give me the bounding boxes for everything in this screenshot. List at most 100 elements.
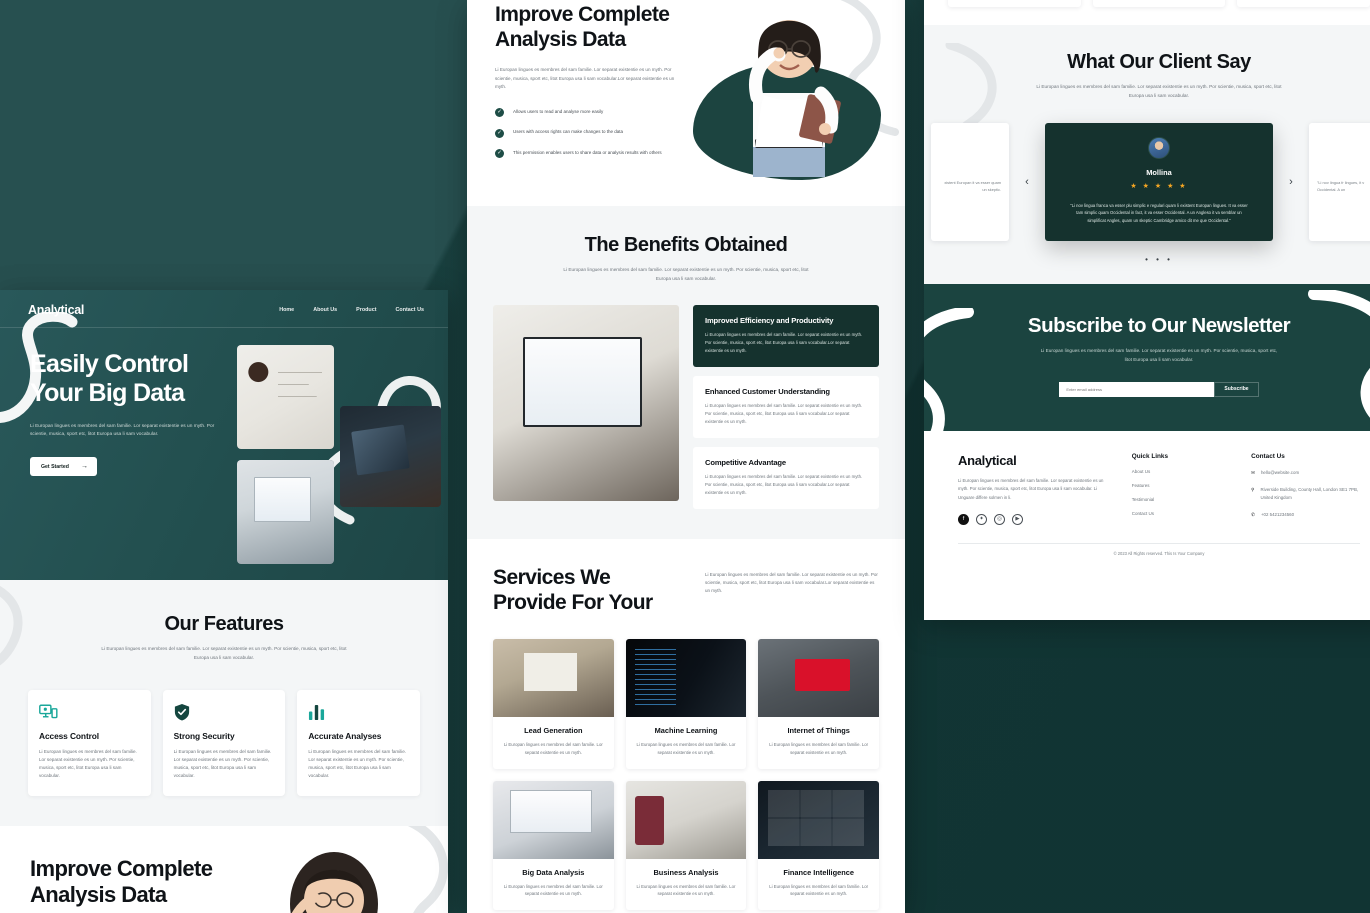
social-links[interactable]: f ✦ ◎ ▶ [958,513,1106,525]
panel-middle-landing-body: Improve Complete Analysis Data Li Europa… [467,0,905,913]
service-image [493,780,614,859]
testimonial-card-next[interactable]: "Li nov lingua fr lingues, it v Occident… [1309,122,1370,241]
footer-contact-email[interactable]: ✉ hello@website.com [1251,469,1360,477]
service-title: Lead Generation [524,726,583,736]
service-card-partial[interactable]: Li Europan lingues es membres del sam fa… [948,0,1081,8]
hero-title-line-1: Easily Control [30,350,189,378]
feature-desc: Li Europan lingues es membres del sam fa… [308,749,407,779]
feature-card-access-control[interactable]: Access Control Li Europan lingues es mem… [28,690,151,796]
get-started-button[interactable]: Get Started → [30,457,97,477]
footer-link-testimonial[interactable]: Testimonial [1132,497,1225,502]
panel-left-landing-top: Analytical Home About Us Product Contact… [0,290,448,913]
benefits-section: The Benefits Obtained Li Europan lingues… [467,206,905,539]
service-title: Big Data Analysis [522,867,585,877]
photo-placeholder [340,406,441,507]
footer-contact-address-text: Riverside Building, County Hall, London … [1260,487,1359,501]
carousel-pagination-dots[interactable]: • • • [924,255,1370,264]
youtube-icon[interactable]: ▶ [1012,513,1023,525]
benefit-item-competitive-advantage[interactable]: Competitive Advantage Li Europan lingues… [693,447,879,509]
twitter-icon[interactable]: ✦ [976,513,987,525]
service-desc: Li Europan lingues es membres del sam fa… [636,742,736,755]
benefit-title: Competitive Advantage [705,458,786,467]
newsletter-subtitle: Li Europan lingues es membres del sam fa… [1040,348,1278,363]
feature-title: Strong Security [173,731,235,742]
newsletter-form[interactable]: Subscribe [924,381,1370,397]
feature-card-accurate-analyses[interactable]: Accurate Analyses Li Europan lingues es … [297,690,421,796]
photo-placeholder [237,345,334,449]
shield-check-icon [174,702,275,722]
photo-placeholder [237,460,334,564]
footer-brand[interactable]: Analytical [958,453,1106,468]
improve-title-line-2: Analysis Data [495,28,626,52]
service-desc: Li Europan lingues es membres del sam fa… [503,742,603,755]
hero-photo-collage [233,345,448,580]
hero-photo-desk-team [340,406,441,507]
service-card-machine-learning[interactable]: Machine Learning Li Europan lingues es m… [625,639,747,769]
improve-title-line-2: Analysis Data [30,882,167,908]
nav-item-about-us[interactable]: About Us [313,307,337,313]
phone-icon: ✆ [1251,511,1255,517]
footer-contact-address: ⚲ Riverside Building, County Hall, Londo… [1251,486,1360,502]
benefit-item-enhanced-customer-understanding[interactable]: Enhanced Customer Understanding Li Europ… [693,376,879,438]
service-image [758,639,879,718]
site-footer: Analytical Li Europan lingues es membres… [924,430,1370,565]
avatar [1148,136,1170,159]
nav-item-product[interactable]: Product [356,307,376,313]
benefit-item-improved-efficiency[interactable]: Improved Efficiency and Productivity Li … [693,305,879,368]
services-grid-tail: Li Europan lingues es membres del sam fa… [924,0,1370,26]
improve-person-photo [687,0,899,180]
services-title: Services We Provide For Your [493,565,683,615]
service-card-lead-generation[interactable]: Lead Generation Li Europan lingues es me… [493,639,614,769]
benefit-desc: Li Europan lingues es membres del sam fa… [705,403,863,425]
feature-card-strong-security[interactable]: Strong Security Li Europan lingues es me… [162,690,286,796]
feature-title: Access Control [39,731,100,742]
check-item: ✓ Users with access rights can make chan… [495,128,695,138]
service-card-big-data-analysis[interactable]: Big Data Analysis Li Europan lingues es … [493,780,614,911]
footer-contact-phone[interactable]: ✆ +02 5421234560 [1251,511,1360,519]
testimonial-card-active[interactable]: Mollina ★ ★ ★ ★ ★ "Li nov lingua franca … [1045,122,1273,242]
nav-links[interactable]: Home About Us Product Contact Us [279,307,424,313]
check-item: ✓ Allows users to read and analyse more … [495,108,695,118]
service-card-partial[interactable]: Li Europan lingues es membres del sam fa… [1237,0,1370,8]
service-image [493,639,614,718]
location-icon: ⚲ [1251,487,1255,493]
services-subtitle: Li Europan lingues es membres del sam fa… [705,571,878,594]
service-card-business-analysis[interactable]: Business Analysis Li Europan lingues es … [625,780,747,911]
service-desc: Li Europan lingues es membres del sam fa… [503,883,603,897]
benefit-desc: Li Europan lingues es membres del sam fa… [705,332,863,354]
top-navigation[interactable]: Analytical Home About Us Product Contact… [0,290,448,328]
footer-contact-title: Contact Us [1251,452,1285,460]
footer-description: Li Europan lingues es membres del sam fa… [958,477,1104,500]
services-header: Services We Provide For Your Li Europan … [493,565,879,615]
access-control-icon [39,702,140,722]
testimonial-name: Mollina [1146,167,1172,177]
testimonials-section: What Our Client Say Li Europan lingues e… [924,25,1370,285]
hero-photo-whiteboard [237,345,334,449]
hero-body: Easily Control Your Big Data Li Europan … [0,328,448,580]
email-input[interactable] [1059,381,1215,397]
service-image [625,780,747,859]
person-illustration [749,20,841,177]
chevron-left-icon[interactable]: ‹ [1021,176,1033,188]
service-card-finance-intelligence[interactable]: Finance Intelligence Li Europan lingues … [758,780,879,911]
chevron-right-icon[interactable]: › [1285,176,1297,188]
nav-item-contact-us[interactable]: Contact Us [396,307,424,313]
service-image [758,780,879,859]
facebook-icon[interactable]: f [958,513,969,525]
nav-item-home[interactable]: Home [279,307,294,313]
subscribe-button[interactable]: Subscribe [1214,381,1259,397]
testimonials-carousel: xistent Europan it va esser quam un skep… [924,122,1370,242]
brand-logo[interactable]: Analytical [28,303,84,317]
service-card-partial[interactable]: Li Europan lingues es membres del sam fa… [1092,0,1226,8]
footer-link-contact-us[interactable]: Contact Us [1132,511,1225,516]
footer-link-features[interactable]: Features [1132,483,1225,488]
footer-link-about-us[interactable]: About Us [1132,469,1225,474]
service-title: Machine Learning [654,726,718,736]
services-grid: Lead Generation Li Europan lingues es me… [493,639,879,911]
feature-title: Accurate Analyses [308,731,382,742]
instagram-icon[interactable]: ◎ [994,513,1005,525]
testimonial-card-previous[interactable]: xistent Europan it va esser quam un skep… [931,122,1009,241]
service-card-internet-of-things[interactable]: Internet of Things Li Europan lingues es… [758,639,879,769]
hero-title-line-2: Your Big Data [30,379,185,408]
check-item: ✓ This permission enables users to share… [495,149,695,159]
